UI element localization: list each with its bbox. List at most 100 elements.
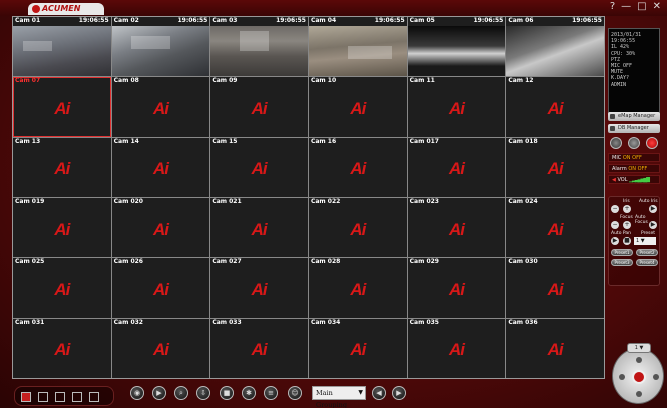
camera-tile-offline[interactable]: Cam 025 Ai	[13, 258, 111, 318]
camera-timestamp: 19:06:55	[473, 17, 504, 24]
auto-pan-play-button[interactable]: ▶	[611, 237, 619, 245]
ai-logo-icon: Ai	[152, 219, 169, 239]
tilt-up-button[interactable]	[636, 357, 642, 363]
mic-on[interactable]: ON	[623, 155, 631, 161]
minimize-button[interactable]: —	[621, 1, 631, 12]
brand-name: ACUMEN	[42, 4, 81, 13]
layout-4x4-icon[interactable]	[72, 392, 82, 402]
mic-off[interactable]: OFF	[632, 155, 642, 161]
camera-tile-live[interactable]: Cam 06 19:06:55	[506, 17, 604, 77]
camera-label: Cam 031	[15, 318, 45, 326]
camera-tile-offline[interactable]: Cam 09 Ai	[210, 77, 308, 137]
camera-tile-offline[interactable]: Cam 035 Ai	[407, 318, 506, 378]
ai-logo-icon: Ai	[448, 219, 465, 239]
camera-tile-offline[interactable]: Cam 017 Ai	[407, 137, 506, 197]
iris-plus-button[interactable]: +	[623, 205, 631, 213]
camera-label: Cam 028	[310, 258, 341, 266]
layout-6x6-icon[interactable]	[89, 392, 99, 402]
camera-tile-offline[interactable]: Cam 036 Ai	[506, 318, 604, 378]
camera-timestamp: 19:06:55	[177, 17, 208, 24]
preset2-button[interactable]: Preset2	[636, 249, 658, 256]
iris-minus-button[interactable]: −	[611, 205, 619, 213]
toolbar-user-icon[interactable]: ☺	[288, 386, 302, 400]
toolbar-log-icon[interactable]: ≡	[264, 386, 278, 400]
camera-label: Cam 08	[113, 77, 139, 85]
camera-tile-offline[interactable]: Cam 028 Ai	[308, 258, 407, 318]
camera-tile-offline[interactable]: Cam 019 Ai	[13, 197, 111, 258]
camera-tile-offline[interactable]: Cam 029 Ai	[407, 258, 506, 318]
camera-tile-offline[interactable]: Cam 021 Ai	[210, 197, 308, 258]
toolbar-lock-icon[interactable]: ■	[220, 386, 234, 400]
preset1-button[interactable]: Preset1	[611, 249, 633, 256]
toolbar-playback-icon[interactable]: ▶	[152, 386, 166, 400]
toolbar-camera-icon[interactable]: ◉	[130, 386, 144, 400]
camera-tile-offline[interactable]: Cam 12 Ai	[506, 77, 604, 137]
camera-timestamp: 19:06:55	[276, 17, 306, 24]
database-icon	[610, 126, 615, 131]
camera-tile-live[interactable]: Cam 04 19:06:55	[308, 17, 407, 77]
camera-tile-offline[interactable]: Cam 11 Ai	[407, 77, 506, 137]
alarm-off[interactable]: OFF	[638, 166, 648, 172]
auto-focus-button[interactable]: ▶	[649, 221, 657, 229]
camera-tile-live[interactable]: Cam 05 19:06:55	[407, 17, 506, 77]
camera-tile-offline[interactable]: Cam 13 Ai	[13, 137, 111, 197]
preset3-button[interactable]: Preset3	[611, 259, 633, 266]
mic-toggle[interactable]: MIC ON OFF	[608, 153, 660, 162]
grouping-prev-icon[interactable]: ◀	[372, 386, 386, 400]
focus-minus-button[interactable]: −	[611, 221, 619, 229]
volume-control[interactable]: ◀ VOL ▁▂▃▄▅▆▇	[608, 175, 660, 184]
focus-plus-button[interactable]: +	[623, 221, 631, 229]
alarm-stop-button[interactable]	[646, 137, 658, 149]
ai-logo-icon: Ai	[152, 159, 169, 179]
camera-tile-offline[interactable]: Cam 022 Ai	[308, 197, 407, 258]
camera-tile-offline[interactable]: Cam 08 Ai	[111, 77, 210, 137]
camera-tile-live[interactable]: Cam 02 19:06:55	[111, 17, 210, 77]
camera-tile-offline[interactable]: Cam 018 Ai	[506, 137, 604, 197]
emap-manager-button[interactable]: eMap Manager	[608, 112, 660, 121]
auto-pan-stop-button[interactable]: ■	[623, 237, 631, 245]
camera-tile-live[interactable]: Cam 03 19:06:55	[210, 17, 308, 77]
ptz-speed-select[interactable]: 1 ▼	[627, 343, 651, 353]
camera-tile-offline[interactable]: Cam 024 Ai	[506, 197, 604, 258]
help-button[interactable]: ?	[610, 1, 615, 12]
focus-label: Focus	[620, 215, 633, 220]
camera-tile-offline[interactable]: Cam 10 Ai	[308, 77, 407, 137]
layout-1x1-icon[interactable]	[21, 392, 31, 402]
auto-iris-button[interactable]: ▶	[649, 205, 657, 213]
camera-tile-offline[interactable]: Cam 026 Ai	[111, 258, 210, 318]
preset4-button[interactable]: Preset4	[636, 259, 658, 266]
grouping-select[interactable]: Main Grouping ▼	[312, 386, 366, 408]
camera-tile-offline[interactable]: Cam 16 Ai	[308, 137, 407, 197]
camera-tile-offline[interactable]: Cam 027 Ai	[210, 258, 308, 318]
close-button[interactable]: ✕	[653, 1, 661, 12]
db-manager-button[interactable]: DB Manager	[608, 124, 660, 133]
camera-tile-offline[interactable]: Cam 033 Ai	[210, 318, 308, 378]
alarm-toggle[interactable]: Alarm ON OFF	[608, 164, 660, 173]
camera-tile-offline[interactable]: Cam 032 Ai	[111, 318, 210, 378]
grouping-next-icon[interactable]: ▶	[392, 386, 406, 400]
camera-tile-offline[interactable]: Cam 14 Ai	[111, 137, 210, 197]
toolbar-backup-icon[interactable]: ⇩	[196, 386, 210, 400]
camera-timestamp: 19:06:55	[572, 17, 602, 24]
toolbar-search-icon[interactable]: ⌕	[174, 386, 188, 400]
preset-select[interactable]: 1 ▼	[634, 237, 656, 245]
layout-3x3-icon[interactable]	[55, 392, 65, 402]
speaker-icon: ◀	[612, 177, 616, 183]
alarm-on[interactable]: ON	[628, 166, 636, 172]
camera-tile-offline[interactable]: Cam 031 Ai	[13, 318, 111, 378]
toolbar-settings-icon[interactable]: ✱	[242, 386, 256, 400]
camera-label: Cam 13	[15, 137, 41, 145]
layout-2x2-icon[interactable]	[38, 392, 48, 402]
record-button[interactable]	[628, 137, 640, 149]
camera-tile-live[interactable]: Cam 01 19:06:55	[13, 17, 111, 77]
snapshot-button[interactable]	[610, 137, 622, 149]
camera-tile-offline[interactable]: Cam 020 Ai	[111, 197, 210, 258]
camera-tile-offline[interactable]: Cam 023 Ai	[407, 197, 506, 258]
camera-tile-offline[interactable]: Cam 030 Ai	[506, 258, 604, 318]
maximize-button[interactable]: □	[637, 1, 646, 12]
camera-tile-offline[interactable]: Cam 15 Ai	[210, 137, 308, 197]
camera-tile-offline[interactable]: Cam 034 Ai	[308, 318, 407, 378]
camera-tile-offline[interactable]: Cam 07 Ai	[13, 77, 111, 137]
ai-logo-icon: Ai	[152, 98, 169, 118]
volume-bars[interactable]: ▁▂▃▄▅▆▇	[629, 177, 650, 183]
